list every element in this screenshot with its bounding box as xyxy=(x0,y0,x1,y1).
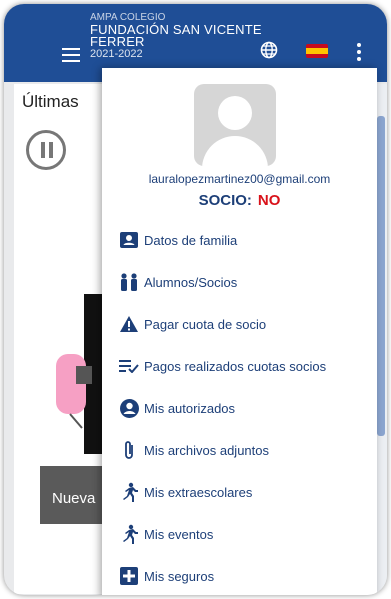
menu-item-mis-autorizados[interactable]: Mis autorizados xyxy=(118,396,235,420)
title-line-4: 2021-2022 xyxy=(90,48,143,60)
scrollbar-thumb[interactable] xyxy=(377,116,385,436)
socio-status: SOCIO: NO xyxy=(102,192,377,209)
menu-item-archivos-adjuntos[interactable]: Mis archivos adjuntos xyxy=(118,438,269,462)
running-icon xyxy=(118,481,140,503)
contact-card-icon xyxy=(118,229,140,251)
illustration-partial xyxy=(56,294,104,454)
menu-item-pagar-cuota[interactable]: Pagar cuota de socio xyxy=(118,312,266,336)
list-check-icon xyxy=(118,355,140,377)
title-line-1: AMPA COLEGIO xyxy=(90,12,166,23)
menu-item-label: Pagar cuota de socio xyxy=(144,316,267,332)
menu-item-seguros[interactable]: Mis seguros xyxy=(118,564,214,588)
menu-item-alumnos-socios[interactable]: Alumnos/Socios xyxy=(118,270,237,294)
background-section-title: Últimas xyxy=(22,92,79,111)
menu-item-label: Datos de familia xyxy=(144,232,238,248)
warning-icon xyxy=(118,313,140,335)
menu-item-label: Mis eventos xyxy=(144,526,214,542)
account-circle-icon xyxy=(118,397,140,419)
avatar xyxy=(194,84,276,166)
user-drawer: lauralopezmartinez00@gmail.com SOCIO: NO … xyxy=(102,68,377,595)
menu-item-datos-familia[interactable]: Datos de familia xyxy=(118,228,237,252)
running-icon xyxy=(118,523,140,545)
menu-item-label: Mis autorizados xyxy=(144,400,236,416)
menu-item-label: Mis extraescolares xyxy=(144,484,253,500)
attachment-icon xyxy=(118,439,140,461)
pause-icon[interactable] xyxy=(26,130,66,170)
menu-item-label: Pagos realizados cuotas socios xyxy=(144,358,327,374)
app-frame: Últimas Nueva AMPA COLEGIO FUNDACIÓN SAN… xyxy=(4,4,387,595)
medical-plus-icon xyxy=(118,565,140,587)
students-icon xyxy=(118,271,140,293)
globe-icon[interactable] xyxy=(260,41,278,59)
menu-item-extraescolares[interactable]: Mis extraescolares xyxy=(118,480,252,504)
menu-item-pagos-realizados[interactable]: Pagos realizados cuotas socios xyxy=(118,354,326,378)
more-vert-icon[interactable] xyxy=(357,43,361,64)
app-title: AMPA COLEGIO FUNDACIÓN SAN VICENTE FERRE… xyxy=(90,12,262,60)
socio-label: SOCIO: xyxy=(198,192,252,209)
menu-item-label: Mis seguros xyxy=(144,568,215,584)
socio-value: NO xyxy=(257,192,281,209)
menu-icon[interactable] xyxy=(62,48,80,62)
title-line-3: FERRER xyxy=(90,34,145,49)
menu-item-eventos[interactable]: Mis eventos xyxy=(118,522,213,546)
menu-item-label: Alumnos/Socios xyxy=(144,274,238,290)
user-email: lauralopezmartinez00@gmail.com xyxy=(148,172,331,186)
spain-flag-icon[interactable] xyxy=(306,44,328,58)
menu-item-label: Mis archivos adjuntos xyxy=(144,442,269,458)
